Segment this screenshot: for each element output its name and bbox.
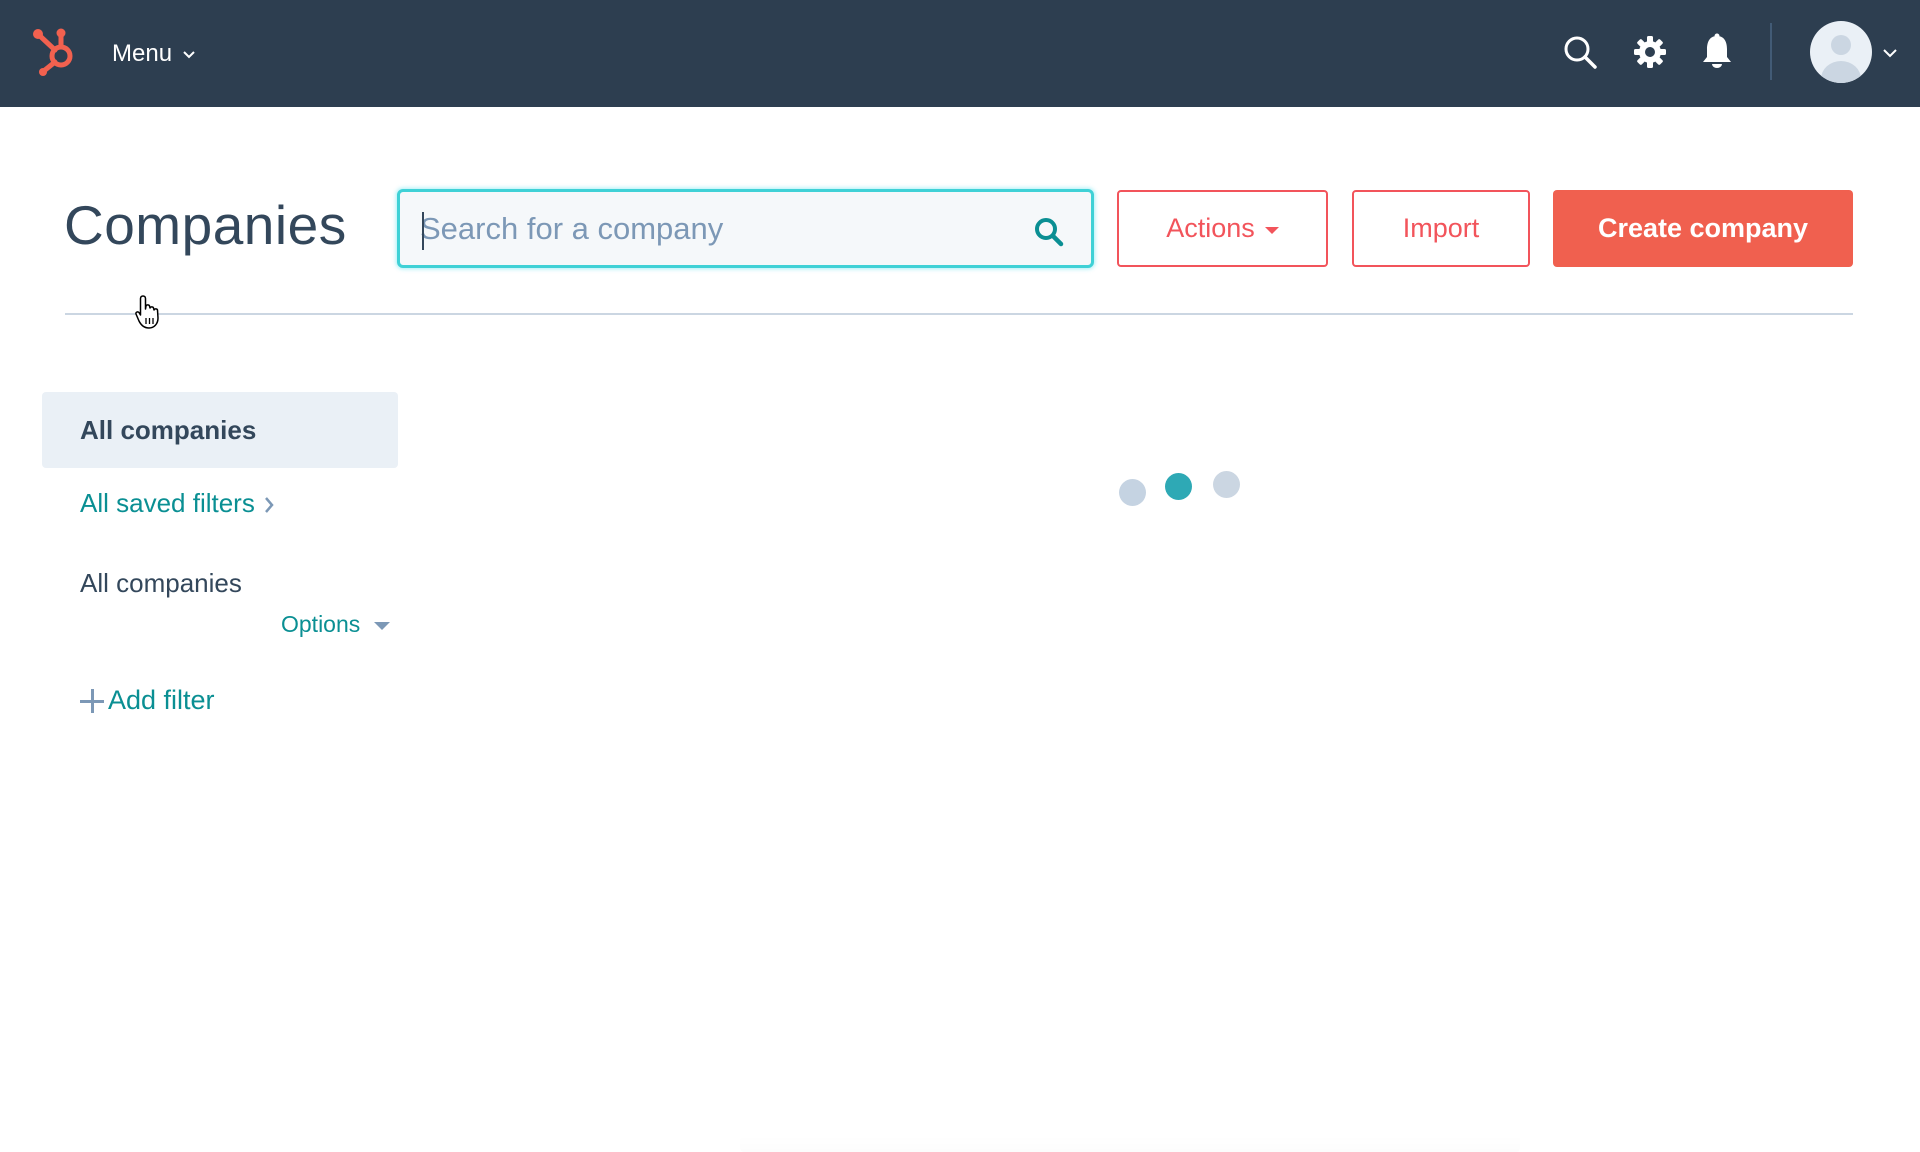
notifications-bell-icon [1703,33,1731,68]
nav-divider [1770,23,1772,80]
hubspot-logo-icon[interactable] [28,24,84,80]
page-title: Companies [64,194,347,256]
header-divider [65,313,1853,315]
loading-dot [1119,479,1146,506]
settings-button[interactable] [1628,30,1672,74]
settings-gear-icon [1634,36,1666,68]
actions-dropdown-button[interactable]: Actions [1117,190,1328,267]
hand-pointer-cursor-icon [135,295,159,329]
menu-label: Menu [112,40,173,67]
search-icon[interactable] [1033,216,1065,248]
search-icon [1564,36,1597,69]
user-avatar[interactable] [1810,21,1872,83]
create-company-button[interactable]: Create company [1553,190,1853,267]
account-menu-chevron-icon[interactable] [1882,46,1898,60]
text-caret [422,212,424,250]
notifications-button[interactable] [1695,30,1739,74]
all-saved-filters-link[interactable]: All saved filters [80,488,275,519]
chevron-down-icon [183,51,195,59]
chevron-right-icon [264,496,274,513]
import-button[interactable]: Import [1352,190,1530,267]
loading-dot-active [1165,473,1192,500]
plus-icon [80,688,106,714]
top-navigation-bar: Menu [0,0,1920,107]
sidebar-item-label: All companies [80,414,257,445]
import-label: Import [1402,213,1480,243]
add-filter-button[interactable]: Add filter [80,685,215,716]
options-label: Options [281,611,361,637]
saved-filters-label: All saved filters [80,488,255,518]
footer-shadow [740,1135,1520,1152]
company-search-field[interactable] [397,189,1094,268]
global-search-button[interactable] [1558,30,1602,74]
actions-label: Actions [1166,213,1255,243]
current-view-name: All companies [80,568,242,598]
view-options-dropdown[interactable]: Options [281,611,391,638]
main-menu-button[interactable]: Menu [112,34,196,74]
add-filter-label: Add filter [108,685,215,715]
caret-down-icon [1264,226,1279,234]
caret-down-icon [374,621,391,630]
default-user-icon [1821,35,1861,83]
loading-dot [1213,471,1240,498]
company-search-input[interactable] [420,204,1020,254]
sidebar-item-all-companies[interactable]: All companies [42,392,398,468]
create-company-label: Create company [1597,213,1809,243]
